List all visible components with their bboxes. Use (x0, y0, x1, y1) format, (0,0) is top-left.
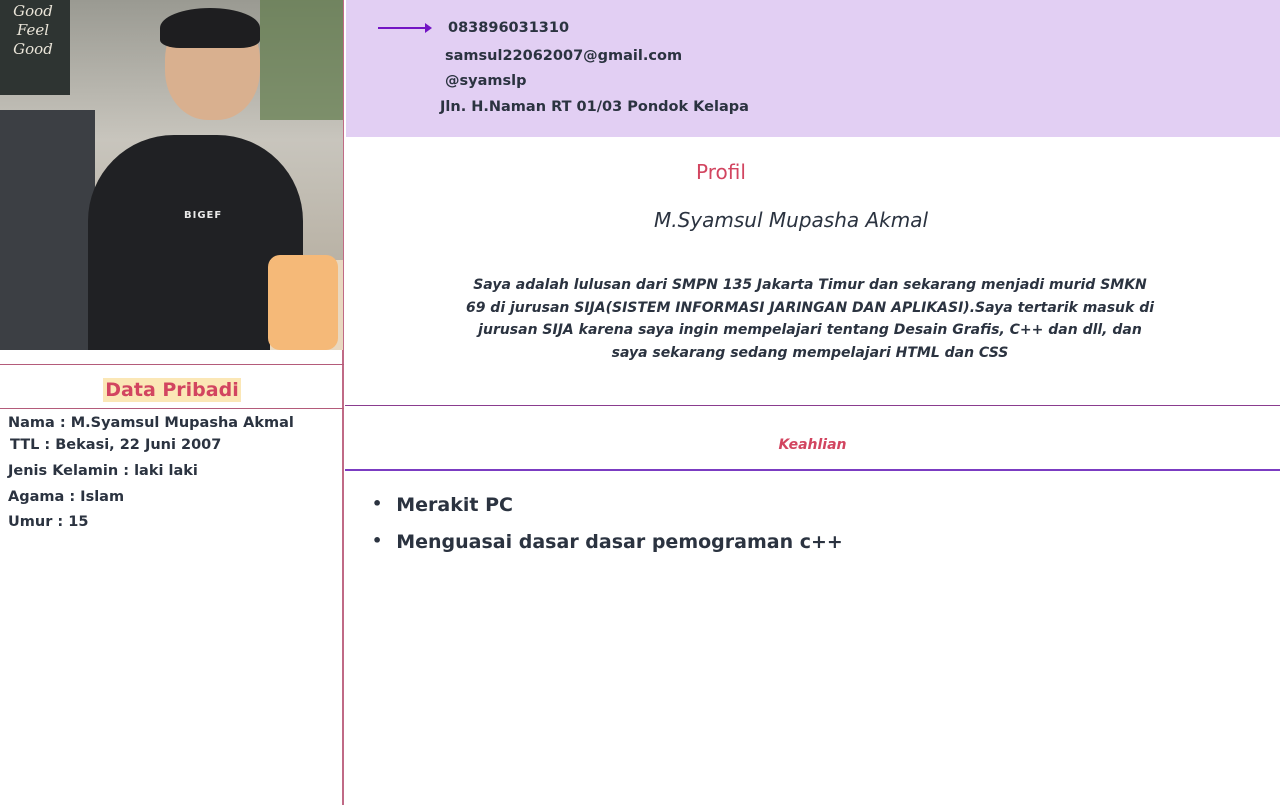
wall-sign-text: Good Feel Good (13, 2, 53, 58)
background-person (0, 110, 95, 350)
email[interactable]: samsul22062007@gmail.com (445, 48, 682, 64)
address: Jln. H.Naman RT 01/03 Pondok Kelapa (440, 99, 749, 115)
plant (260, 0, 343, 120)
personal-name: Nama : M.Syamsul Mupasha Akmal (8, 415, 294, 431)
skills-title: Keahlian (778, 437, 847, 453)
left-sidebar: Good Feel Good BIGEF Data Pribadi Nama :… (0, 0, 344, 805)
profile-description: Saya adalah lulusan dari SMPN 135 Jakart… (465, 277, 1155, 361)
personal-religion: Agama : Islam (8, 489, 125, 505)
phone-number: 083896031310 (448, 20, 570, 36)
social-handle[interactable]: @syamslp (445, 73, 526, 89)
skill-item: Menguasai dasar dasar pemograman c++ (372, 524, 843, 561)
hair (160, 8, 260, 48)
personal-gender: Jenis Kelamin : laki laki (8, 463, 198, 479)
personal-data-header: Data Pribadi (0, 364, 344, 409)
shirt-logo-text: BIGEF (184, 210, 223, 221)
personal-birth: TTL : Bekasi, 22 Juni 2007 (10, 437, 222, 453)
drink-cup (268, 255, 338, 350)
contact-header: 083896031310 samsul22062007@gmail.com @s… (346, 0, 1280, 137)
personal-data-title: Data Pribadi (103, 378, 241, 402)
skills-header: Keahlian (345, 405, 1280, 471)
skill-item: Merakit PC (372, 487, 843, 524)
profile-title: Profil (696, 160, 746, 184)
arrow-icon (378, 23, 432, 33)
skills-list: Merakit PC Menguasai dasar dasar pemogra… (372, 487, 843, 561)
profile-photo: Good Feel Good BIGEF (0, 0, 343, 350)
personal-age: Umur : 15 (8, 514, 89, 530)
profile-name: M.Syamsul Mupasha Akmal (654, 208, 929, 232)
